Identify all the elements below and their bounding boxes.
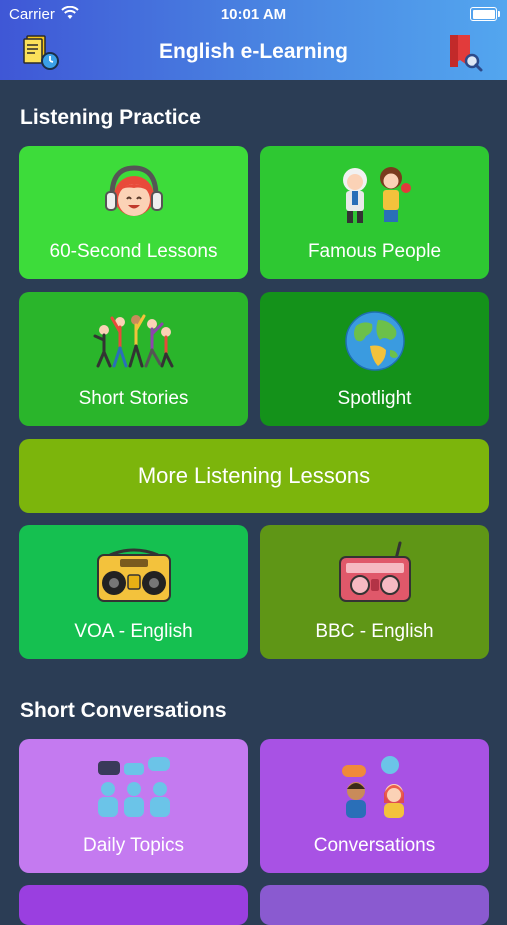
- tile-label: BBC - English: [315, 621, 434, 642]
- battery-icon: [470, 7, 500, 21]
- globe-icon: [344, 311, 405, 371]
- bookmark-search-icon[interactable]: [444, 33, 484, 73]
- tile-label: Conversations: [313, 835, 436, 856]
- tile-partial-left[interactable]: [19, 885, 248, 925]
- tile-short-stories[interactable]: Short Stories: [19, 292, 248, 426]
- tile-partial-right[interactable]: [260, 885, 489, 925]
- radio-icon: [338, 541, 411, 602]
- status-bar: Carrier 10:01 AM: [0, 0, 507, 28]
- tile-label: Spotlight: [337, 388, 412, 409]
- tile-bbc-english[interactable]: BBC - English: [260, 525, 489, 659]
- status-time: 10:01 AM: [220, 6, 287, 23]
- tile-60-second-lessons[interactable]: 60-Second Lessons: [19, 146, 248, 279]
- dancing-people-icon: [93, 314, 173, 368]
- tile-spotlight[interactable]: Spotlight: [260, 292, 489, 426]
- tile-label: 60-Second Lessons: [49, 241, 218, 262]
- tile-label: Famous People: [307, 241, 442, 262]
- tile-voa-english[interactable]: VOA - English: [19, 525, 248, 659]
- more-listening-lessons-label: More Listening Lessons: [137, 463, 371, 488]
- two-people-talking-icon: [341, 756, 404, 818]
- boombox-icon: [96, 548, 171, 602]
- headphones-girl-icon: [104, 165, 163, 216]
- tile-label: Daily Topics: [82, 835, 185, 856]
- section-title-conversations: Short Conversations: [20, 699, 227, 722]
- navigation-bar: Carrier 10:01 AM English e-Learning: [0, 0, 507, 80]
- more-listening-lessons-button[interactable]: More Listening Lessons: [19, 439, 489, 513]
- tile-conversations[interactable]: Conversations: [260, 739, 489, 873]
- section-title-listening: Listening Practice: [20, 106, 201, 129]
- chat-group-icon: [97, 757, 170, 817]
- tile-label: Short Stories: [78, 388, 189, 409]
- tile-daily-topics[interactable]: Daily Topics: [19, 739, 248, 873]
- tile-label: VOA - English: [74, 621, 193, 642]
- tile-famous-people[interactable]: Famous People: [260, 146, 489, 279]
- famous-people-icon: [342, 167, 411, 223]
- page-title: English e-Learning: [158, 40, 349, 63]
